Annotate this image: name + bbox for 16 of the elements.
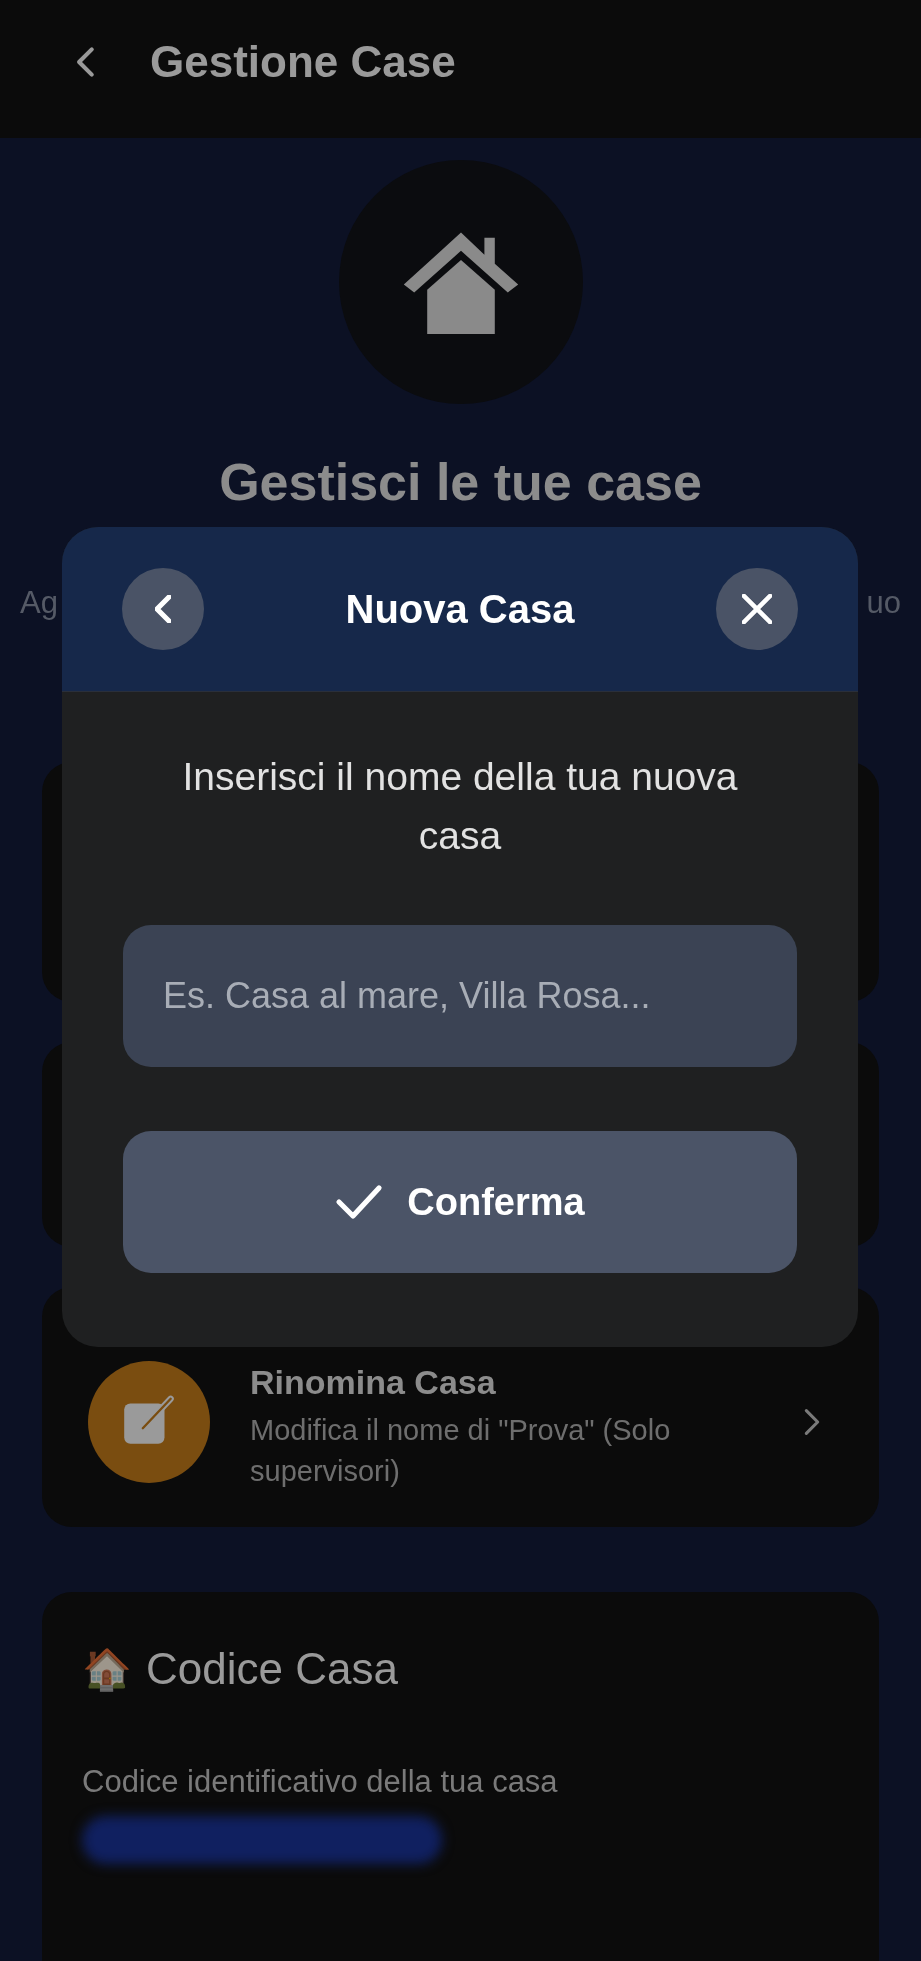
confirm-button[interactable]: Conferma bbox=[123, 1131, 797, 1273]
close-icon bbox=[742, 594, 772, 624]
card-description: Modifica il nome di "Prova" (Solo supervisori) bbox=[250, 1412, 672, 1489]
back-icon bbox=[155, 595, 171, 623]
name-input-field[interactable]: Es. Casa al mare, Villa Rosa... bbox=[123, 925, 797, 1067]
subtitle-fragment: uo bbox=[866, 585, 901, 621]
subtitle-fragment: Ag bbox=[20, 585, 58, 621]
page-heading: Gestisci le tue case bbox=[218, 452, 703, 512]
code-label: Codice identificativo della tua casa bbox=[82, 1764, 559, 1800]
house-emoji-icon: 🏠 bbox=[82, 1645, 132, 1693]
section-title: Codice Casa bbox=[146, 1644, 398, 1694]
screen-title: Gestione Case bbox=[150, 37, 456, 87]
card-title: Rinomina Casa bbox=[250, 1362, 497, 1402]
check-icon bbox=[335, 1182, 384, 1222]
dialog-title: Nuova Casa bbox=[345, 586, 575, 632]
dialog-prompt: Inserisci il nome della tua nuova casa bbox=[181, 754, 739, 859]
